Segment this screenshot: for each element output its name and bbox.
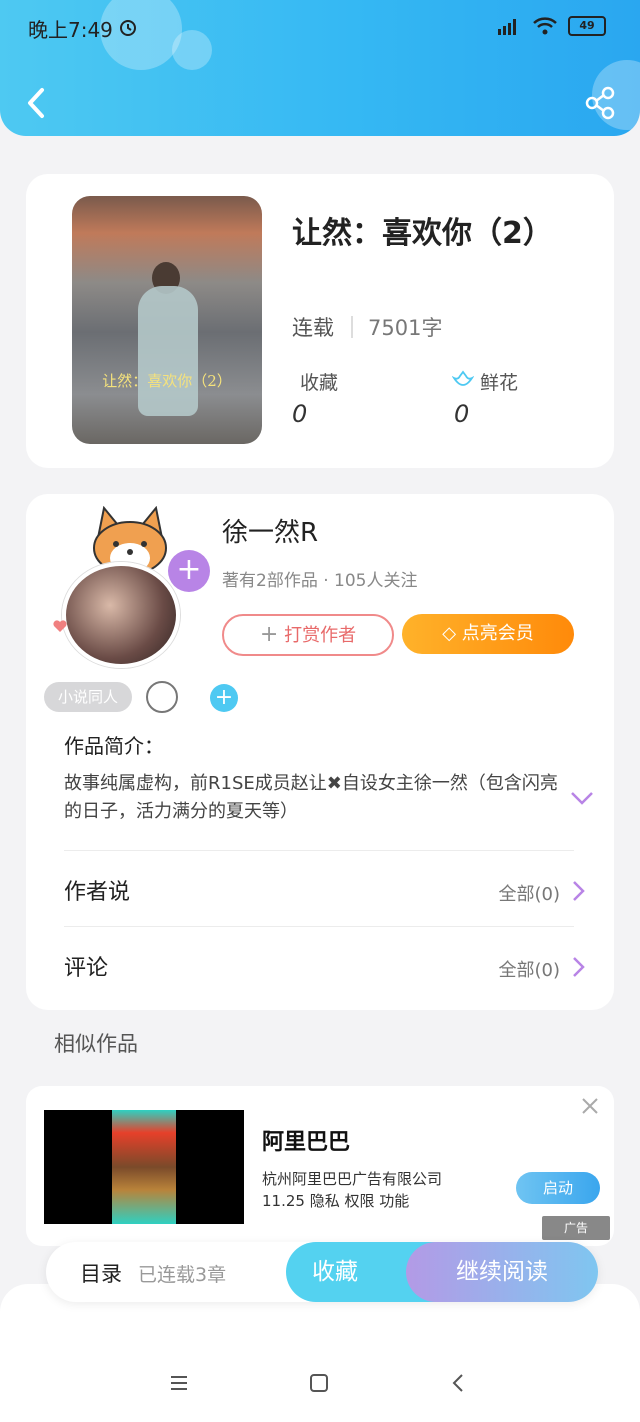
ad-thumbnail[interactable] — [44, 1110, 244, 1224]
ad-title[interactable]: 阿里巴巴 — [262, 1124, 350, 1156]
status-icons: 49 — [496, 16, 606, 36]
header-bar: 晚上7:49 49 — [0, 0, 640, 136]
chapter-count[interactable]: 已连载3章 — [138, 1260, 226, 1287]
cover-figure — [138, 286, 198, 416]
back-arrow-icon[interactable] — [22, 86, 52, 120]
author-card: + 徐一然R 著有2部作品 · 105人关注 + 打赏作者 ◇ 点亮会员 小说同… — [26, 494, 614, 1010]
tag-empty-circle[interactable] — [146, 681, 178, 713]
menu-icon[interactable] — [168, 1372, 190, 1394]
intro-text: 故事纯属虚构，前R1SE成员赵让✖自设女主徐一然（包含闪亮的日子，活力满分的夏天… — [64, 773, 558, 822]
heart-icon — [53, 620, 67, 632]
ad-launch-button[interactable]: 启动 — [516, 1172, 600, 1204]
word-count: 7501字 — [368, 316, 443, 340]
vip-label: 点亮会员 — [461, 623, 534, 644]
bottom-action-bar: 目录 已连载3章 收藏 继续阅读 — [46, 1242, 598, 1302]
book-info-card: 让然：喜欢你（2） 让然：喜欢你（2） 连载 7501字 收藏 0 鲜花 0 — [26, 174, 614, 468]
author-name[interactable]: 徐一然R — [222, 512, 318, 549]
author-avatar[interactable]: + — [50, 506, 210, 668]
genre-tag[interactable]: 小说同人 — [44, 682, 133, 712]
wifi-icon — [533, 17, 557, 35]
author-says-title[interactable]: 作者说 — [64, 874, 130, 906]
diamond-icon: ◇ — [442, 623, 457, 644]
ad-card[interactable]: 阿里巴巴 杭州阿里巴巴广告有限公司 11.25 隐私 权限 功能 启动 广告 — [26, 1086, 614, 1246]
similar-works-title: 相似作品 — [54, 1032, 138, 1056]
divider — [64, 850, 574, 851]
ad-company: 杭州阿里巴巴广告有限公司 — [262, 1170, 443, 1188]
bottom-sheet — [0, 1284, 640, 1422]
favorites-count: 0 — [292, 400, 308, 428]
author-says-count[interactable]: 全部(0) — [499, 880, 561, 906]
serial-status: 连载 — [292, 316, 334, 340]
ad-badge[interactable]: 广告 — [542, 1216, 610, 1240]
status-time: 晚上7:49 — [28, 18, 113, 42]
battery-indicator: 49 — [568, 16, 606, 36]
chevron-right-icon[interactable] — [572, 880, 586, 902]
alarm-icon — [120, 20, 136, 36]
favorites-label: 收藏 — [300, 372, 339, 394]
intro-title: 作品简介： — [64, 734, 164, 758]
toc-button[interactable]: 目录 — [80, 1258, 122, 1288]
ad-info[interactable]: 11.25 隐私 权限 功能 — [262, 1190, 409, 1211]
continue-reading-button[interactable]: 继续阅读 — [406, 1242, 598, 1302]
flower-icon — [452, 370, 474, 386]
comments-title[interactable]: 评论 — [64, 950, 108, 982]
comments-count[interactable]: 全部(0) — [499, 956, 561, 982]
cover-title-text: 让然：喜欢你（2） — [102, 372, 232, 390]
ad-thumbnail-image — [112, 1110, 176, 1224]
share-icon[interactable] — [584, 86, 616, 120]
close-icon[interactable] — [582, 1098, 598, 1114]
divider — [351, 316, 353, 338]
signal-icon — [498, 19, 516, 35]
chevron-right-icon[interactable] — [572, 956, 586, 978]
chevron-down-icon[interactable] — [570, 790, 594, 806]
follow-plus-button[interactable]: + — [168, 550, 210, 592]
book-title: 让然：喜欢你（2） — [292, 216, 553, 251]
tip-author-label: 打赏作者 — [284, 625, 357, 646]
author-stats: 著有2部作品 · 105人关注 — [222, 571, 418, 591]
home-icon[interactable] — [308, 1372, 330, 1394]
vip-membership-button[interactable]: ◇ 点亮会员 — [402, 614, 574, 654]
flowers-count: 0 — [454, 400, 470, 428]
divider — [64, 926, 574, 927]
add-tag-button[interactable]: + — [210, 684, 238, 712]
tip-author-button[interactable]: + 打赏作者 — [222, 614, 394, 656]
avatar-photo — [62, 562, 180, 668]
flowers-label: 鲜花 — [480, 372, 519, 394]
ad-badge-label: 广告 — [563, 1221, 588, 1235]
back-icon[interactable] — [448, 1372, 470, 1394]
decor-bubble — [172, 30, 212, 70]
plus-icon: + — [259, 622, 279, 647]
book-cover[interactable]: 让然：喜欢你（2） — [72, 196, 262, 444]
